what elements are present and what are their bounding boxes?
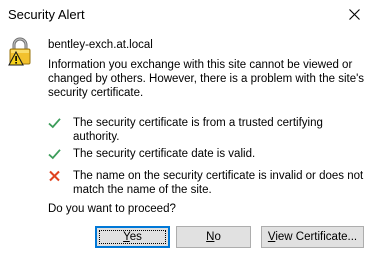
window-title: Security Alert [8,7,85,22]
close-icon [349,9,360,20]
view-certificate-label: iew Certificate... [275,231,358,243]
info-text: Information you exchange with this site … [48,59,365,99]
check-name-invalid: The name on the security certificate is … [48,169,368,197]
title-bar: Security Alert [0,0,371,30]
security-alert-dialog: Security Alert bentley-exch.at.local Inf… [0,0,371,254]
cross-icon [48,170,61,182]
no-label: o [214,231,221,243]
no-button[interactable]: No [176,226,251,248]
check-icon [48,117,61,129]
check-icon [48,148,61,160]
site-host-name: bentley-exch.at.local [48,39,153,51]
close-button[interactable] [337,0,371,30]
check-text: The security certificate date is valid. [73,148,256,160]
focus-rectangle [99,230,166,244]
check-text: The security certificate is from a trust… [73,117,323,143]
check-text: The name on the security certificate is … [73,170,364,196]
yes-button[interactable]: Yes [95,226,170,248]
proceed-question: Do you want to proceed? [48,203,176,215]
check-date-valid: The security certificate date is valid. [48,147,368,161]
check-trusted-authority: The security certificate is from a trust… [48,116,368,144]
view-certificate-button[interactable]: View Certificate... [261,226,364,248]
lock-warning-icon [6,36,34,66]
